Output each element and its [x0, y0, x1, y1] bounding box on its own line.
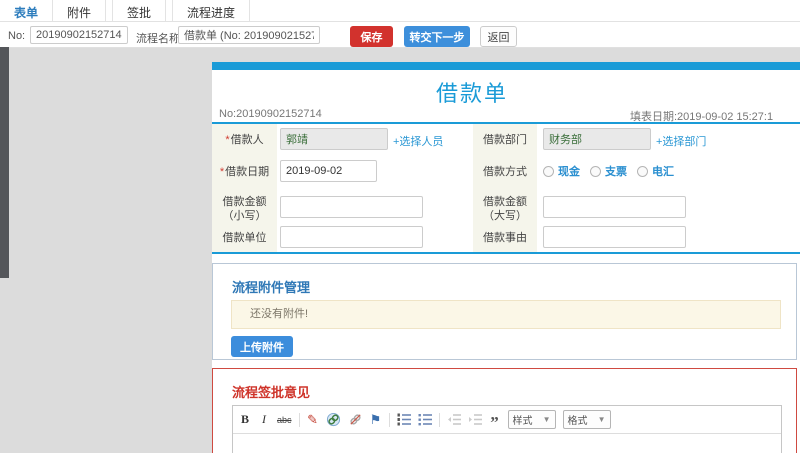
style-select-label: 样式: [512, 416, 533, 427]
borrower-input[interactable]: [280, 128, 388, 150]
sidebar-collapsed-strip: [0, 47, 9, 278]
radio-cash[interactable]: [543, 165, 554, 177]
editor-content-area[interactable]: [233, 434, 781, 453]
toolbar-separator: [438, 412, 440, 427]
page-title: 借款单: [435, 81, 508, 106]
strikethrough-icon[interactable]: abc: [277, 415, 292, 425]
attachment-section: 流程附件管理 还没有附件! 上传附件: [212, 263, 797, 360]
select-person-link[interactable]: +选择人员: [393, 133, 443, 149]
radio-cheque-label[interactable]: 支票: [605, 163, 627, 179]
upload-attachment-button[interactable]: 上传附件: [231, 336, 293, 357]
back-button[interactable]: 返回: [480, 26, 517, 47]
tab-progress[interactable]: 流程进度: [172, 0, 251, 21]
method-label: 借款方式: [483, 166, 527, 178]
loan-date-input[interactable]: [280, 160, 377, 182]
flow-name-label: 流程名称:: [136, 33, 184, 45]
chevron-down-icon: ▼: [542, 415, 551, 424]
loan-reason-label: 借款事由: [483, 232, 527, 244]
no-input[interactable]: [30, 26, 128, 44]
approval-section: 流程签批意见 B I abc ✎ ⚑ ” 样式 ▼ 格式 ▼: [212, 368, 797, 453]
tab-form[interactable]: 表单: [0, 0, 53, 21]
style-select[interactable]: 样式 ▼: [507, 410, 556, 429]
indent-icon[interactable]: [468, 413, 482, 426]
bold-icon[interactable]: B: [239, 412, 251, 427]
attachment-section-title: 流程附件管理: [232, 280, 311, 295]
tab-attachment[interactable]: 附件: [52, 0, 107, 21]
editor-toolbar: B I abc ✎ ⚑ ” 样式 ▼ 格式 ▼: [233, 406, 781, 434]
panel-top-bar: [212, 62, 800, 70]
italic-icon[interactable]: I: [258, 412, 270, 427]
unordered-list-icon[interactable]: [418, 413, 432, 426]
radio-cheque[interactable]: [590, 165, 601, 177]
approval-section-title: 流程签批意见: [232, 385, 311, 400]
toolbar-separator: [298, 412, 300, 427]
loan-unit-label: 借款单位: [222, 232, 267, 244]
rich-text-editor: B I abc ✎ ⚑ ” 样式 ▼ 格式 ▼: [232, 405, 782, 453]
dept-label: 借款部门: [483, 134, 527, 146]
required-asterisk: *: [219, 166, 225, 178]
amount-small-label: 借款金额（小写）: [222, 196, 267, 222]
divider-line-bottom: [212, 252, 800, 254]
amount-big-label: 借款金额（大写）: [483, 196, 527, 222]
flow-name-input[interactable]: [178, 26, 320, 44]
format-select-label: 格式: [567, 416, 588, 427]
method-radio-group: 现金 支票 电汇: [543, 163, 674, 179]
link-icon[interactable]: [326, 412, 341, 427]
action-toolbar: No: 流程名称: 保存 转交下一步 返回: [0, 22, 800, 48]
no-attachment-alert: 还没有附件!: [231, 300, 781, 329]
loan-reason-input[interactable]: [543, 226, 686, 248]
dept-input[interactable]: [543, 128, 651, 150]
no-label: No:: [8, 30, 26, 42]
tab-bar: 表单 附件 签批 流程进度: [0, 0, 800, 22]
doc-number: No:20190902152714: [219, 108, 322, 120]
borrower-label: *借款人: [225, 134, 264, 146]
format-brush-icon[interactable]: ✎: [307, 412, 319, 428]
radio-wire-label[interactable]: 电汇: [652, 163, 674, 179]
amount-big-input[interactable]: [543, 196, 686, 218]
outdent-icon[interactable]: [447, 413, 461, 426]
save-button[interactable]: 保存: [350, 26, 393, 47]
app-window: 表单 附件 签批 流程进度 No: 流程名称: 保存 转交下一步 返回 借款单 …: [0, 0, 800, 453]
tab-approve[interactable]: 签批: [112, 0, 167, 21]
next-step-button[interactable]: 转交下一步: [404, 26, 470, 47]
anchor-flag-icon[interactable]: ⚑: [370, 412, 382, 428]
format-select[interactable]: 格式 ▼: [562, 410, 611, 429]
blockquote-icon[interactable]: ”: [489, 412, 501, 431]
loan-unit-input[interactable]: [280, 226, 423, 248]
chevron-down-icon: ▼: [597, 415, 606, 424]
amount-small-input[interactable]: [280, 196, 423, 218]
radio-wire[interactable]: [637, 165, 648, 177]
toolbar-separator: [388, 412, 390, 427]
ordered-list-icon[interactable]: [397, 413, 411, 426]
loan-date-label: *借款日期: [219, 166, 270, 178]
required-asterisk: *: [225, 134, 230, 146]
radio-cash-label[interactable]: 现金: [558, 163, 580, 179]
select-dept-link[interactable]: +选择部门: [656, 133, 706, 149]
unlink-icon[interactable]: [348, 412, 363, 427]
